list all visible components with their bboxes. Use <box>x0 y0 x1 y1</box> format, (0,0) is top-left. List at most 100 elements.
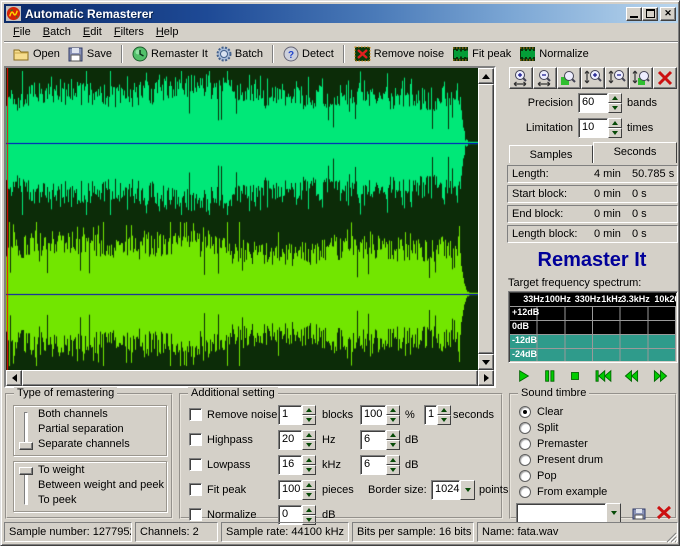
spin-up-button[interactable] <box>386 455 400 465</box>
vertical-scroll-thumb[interactable] <box>478 84 494 354</box>
timbre-option-premaster[interactable]: Premaster <box>519 437 588 451</box>
zoom-out-vertical-icon[interactable] <box>605 67 629 89</box>
reset-zoom-icon[interactable] <box>653 67 677 89</box>
save-button[interactable]: Save <box>64 43 116 65</box>
vertical-scrollbar[interactable] <box>478 68 494 370</box>
remove-noise-checkbox[interactable] <box>189 408 202 421</box>
scroll-left-button[interactable] <box>6 370 22 386</box>
precision-stepper[interactable]: 60 <box>578 93 622 113</box>
zoom-out-horizontal-icon[interactable] <box>533 67 557 89</box>
spin-down-button[interactable] <box>437 415 451 425</box>
spin-up-button[interactable] <box>302 505 316 515</box>
menu-edit[interactable]: Edit <box>77 25 108 39</box>
zoom-in-vertical-icon[interactable] <box>581 67 605 89</box>
blocks-stepper[interactable]: 1 <box>278 405 316 425</box>
remaster-it-button[interactable]: Remaster It <box>128 43 212 65</box>
app-icon[interactable] <box>6 6 21 21</box>
timbre-option-from-example[interactable]: From example <box>519 485 607 499</box>
limitation-value[interactable]: 10 <box>578 118 608 138</box>
maximize-button[interactable] <box>642 7 658 21</box>
option-to-peek[interactable]: To peek <box>38 494 77 506</box>
spin-down-button[interactable] <box>386 440 400 450</box>
highpass-freq-stepper[interactable]: 20 <box>278 430 316 450</box>
horizontal-scrollbar[interactable] <box>6 370 494 386</box>
option-partial-separation[interactable]: Partial separation <box>38 423 124 435</box>
pause-button[interactable] <box>543 369 557 383</box>
timbre-option-present-drum[interactable]: Present drum <box>519 453 603 467</box>
close-button[interactable]: ✕ <box>660 7 676 21</box>
stop-button[interactable] <box>568 369 582 383</box>
spin-down-button[interactable] <box>302 440 316 450</box>
option-separate-channels[interactable]: Separate channels <box>38 438 130 450</box>
option-both-channels[interactable]: Both channels <box>38 408 108 420</box>
fast-forward-button[interactable] <box>652 369 669 383</box>
spin-down-button[interactable] <box>608 103 622 113</box>
spectrum-grid[interactable]: 33Hz 100Hz 330Hz 1kHz 3.3kHz 10k 20 +12d… <box>510 293 676 361</box>
radio-icon[interactable] <box>519 454 531 466</box>
spin-up-button[interactable] <box>302 405 316 415</box>
radio-icon[interactable] <box>519 438 531 450</box>
timbre-option-split[interactable]: Split <box>519 421 558 435</box>
menu-help[interactable]: Help <box>150 25 185 39</box>
remove-noise-button[interactable]: Remove noise <box>350 43 448 65</box>
spin-up-button[interactable] <box>302 455 316 465</box>
spin-down-button[interactable] <box>302 490 316 500</box>
batch-button[interactable]: Batch <box>212 43 267 65</box>
play-button[interactable] <box>517 369 531 383</box>
menu-filters[interactable]: Filters <box>108 25 150 39</box>
spin-up-button[interactable] <box>608 93 622 103</box>
resize-grip[interactable] <box>665 531 677 543</box>
radio-icon[interactable] <box>519 406 531 418</box>
timbre-option-clear[interactable]: Clear <box>519 405 563 419</box>
scroll-right-button[interactable] <box>478 370 494 386</box>
detect-button[interactable]: ? Detect <box>279 43 338 65</box>
scroll-down-button[interactable] <box>478 354 494 370</box>
radio-icon[interactable] <box>519 422 531 434</box>
seconds-stepper[interactable]: 1 <box>424 405 451 425</box>
normalize-button[interactable]: Normalize <box>515 43 593 65</box>
spin-down-button[interactable] <box>386 465 400 475</box>
pieces-stepper[interactable]: 100 <box>278 480 316 500</box>
spin-down-button[interactable] <box>302 415 316 425</box>
spin-up-button[interactable] <box>386 430 400 440</box>
spin-up-button[interactable] <box>386 405 400 415</box>
weight-mode-slider[interactable] <box>18 466 34 507</box>
limitation-stepper[interactable]: 10 <box>578 118 622 138</box>
dropdown-arrow-icon[interactable] <box>460 480 475 500</box>
lowpass-db-stepper[interactable]: 6 <box>360 455 400 475</box>
spin-down-button[interactable] <box>608 128 622 138</box>
tab-samples[interactable]: Samples <box>509 145 593 163</box>
minimize-button[interactable] <box>626 7 642 21</box>
slider-thumb[interactable] <box>19 467 33 475</box>
menu-file[interactable]: File <box>7 25 37 39</box>
border-size-dropdown[interactable]: 1024 <box>431 480 475 500</box>
fit-vertical-icon[interactable] <box>629 67 653 89</box>
scroll-up-button[interactable] <box>478 68 494 84</box>
highpass-checkbox[interactable] <box>189 433 202 446</box>
highpass-db-stepper[interactable]: 6 <box>360 430 400 450</box>
tab-seconds[interactable]: Seconds <box>593 142 677 163</box>
fit-horizontal-icon[interactable] <box>557 67 581 89</box>
channel-mode-slider[interactable] <box>18 410 34 451</box>
option-between-weight-peek[interactable]: Between weight and peek <box>38 479 164 491</box>
spin-up-button[interactable] <box>302 480 316 490</box>
timbre-option-pop[interactable]: Pop <box>519 469 557 483</box>
spin-down-button[interactable] <box>302 465 316 475</box>
zoom-in-horizontal-icon[interactable] <box>509 67 533 89</box>
precision-value[interactable]: 60 <box>578 93 608 113</box>
lowpass-freq-stepper[interactable]: 16 <box>278 455 316 475</box>
spin-up-button[interactable] <box>302 430 316 440</box>
target-frequency-spectrum[interactable]: 33Hz 100Hz 330Hz 1kHz 3.3kHz 10k 20 +12d… <box>508 291 678 363</box>
spin-down-button[interactable] <box>386 415 400 425</box>
slider-thumb[interactable] <box>19 442 33 450</box>
menu-batch[interactable]: Batch <box>37 25 77 39</box>
lowpass-checkbox[interactable] <box>189 458 202 471</box>
fit-peak-checkbox[interactable] <box>189 483 202 496</box>
radio-icon[interactable] <box>519 486 531 498</box>
spin-up-button[interactable] <box>437 405 451 415</box>
option-to-weight[interactable]: To weight <box>38 464 84 476</box>
waveform-display[interactable] <box>6 68 478 370</box>
spin-up-button[interactable] <box>608 118 622 128</box>
skip-to-start-button[interactable] <box>594 369 612 383</box>
horizontal-scroll-thumb[interactable] <box>22 370 478 386</box>
